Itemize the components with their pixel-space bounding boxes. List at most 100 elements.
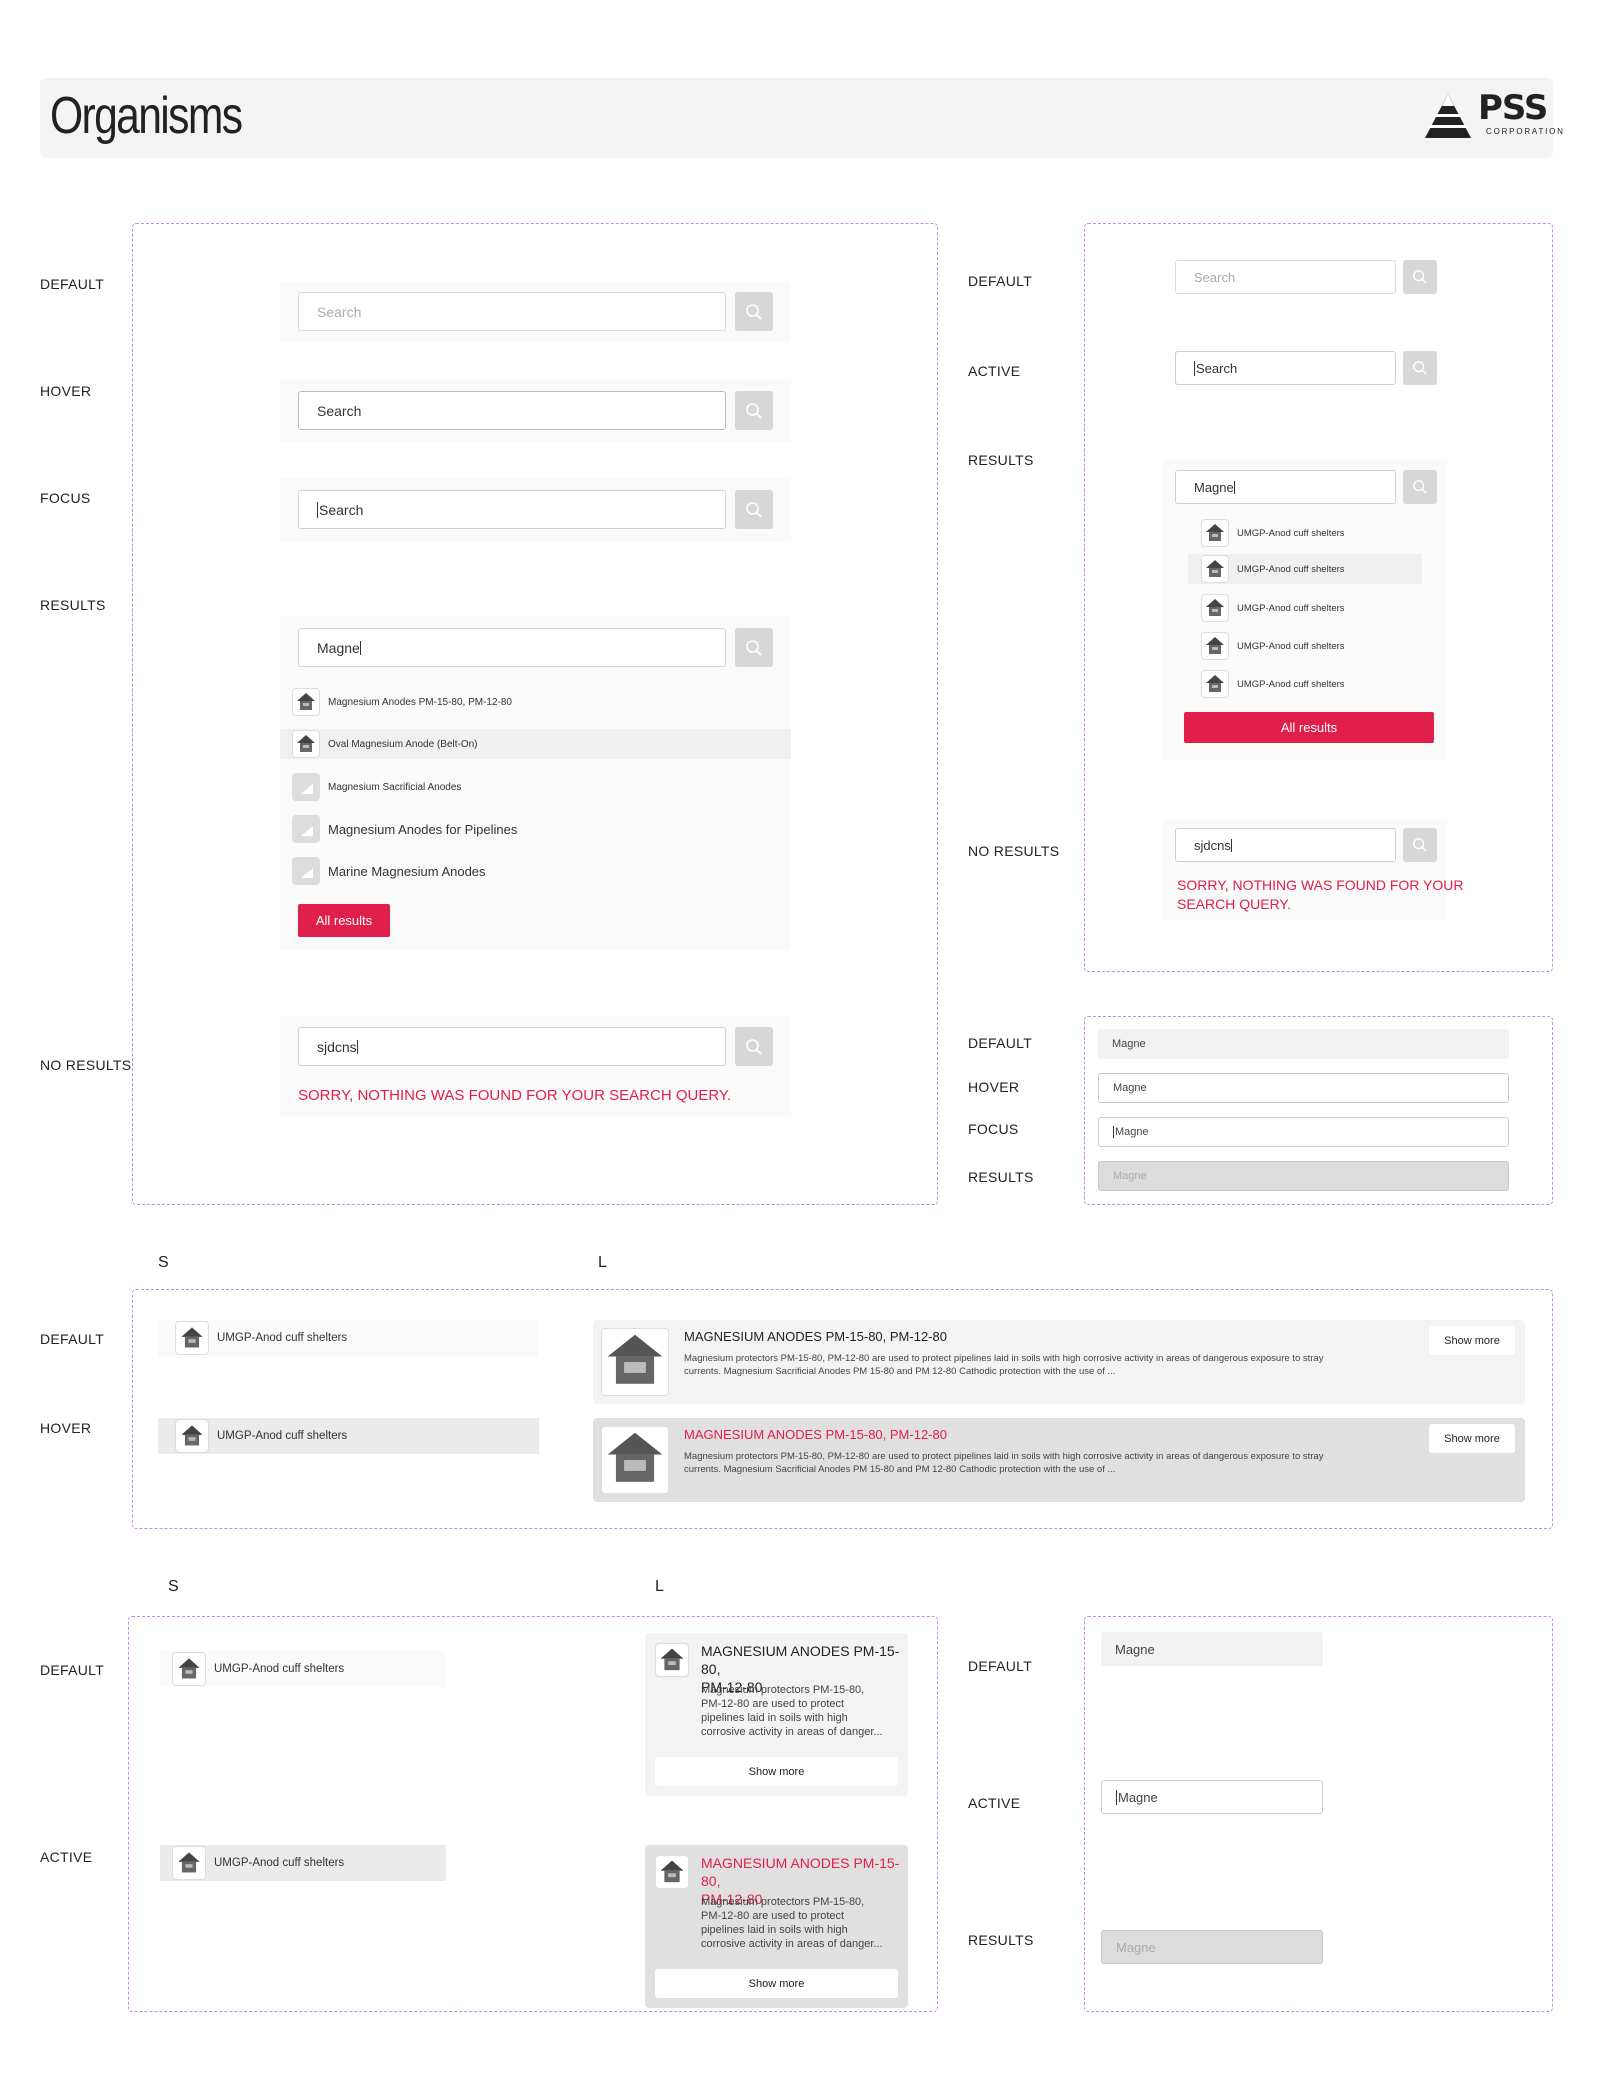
search-result-item[interactable]: UMGP-Anod cuff shelters	[1201, 593, 1345, 623]
state-label-hover: HOVER	[40, 383, 92, 399]
input-default[interactable]: Magne	[1098, 1029, 1509, 1059]
card-title-line: MAGNESIUM ANODES PM-15-80,	[701, 1855, 900, 1889]
search-result-item[interactable]: Marine Magnesium Anodes	[292, 856, 772, 886]
page-header	[40, 78, 1553, 158]
state-label-results: RESULTS	[968, 1932, 1034, 1948]
card-description-line: currents. Magnesium Sacrificial Anodes P…	[684, 1464, 1116, 1475]
search-result-item-hover[interactable]: UMGP-Anod cuff shelters	[1188, 554, 1422, 584]
product-thumbnail-icon	[175, 1321, 209, 1355]
search-input-hover[interactable]: Search	[298, 391, 726, 430]
search-button[interactable]	[1403, 828, 1437, 862]
no-results-line: SEARCH QUERY.	[1177, 896, 1291, 912]
show-more-button[interactable]: Show more	[655, 1757, 898, 1786]
card-label: UMGP-Anod cuff shelters	[214, 1857, 345, 1869]
input-active[interactable]: Magne	[1101, 1780, 1323, 1814]
show-more-button[interactable]: Show more	[1429, 1424, 1515, 1453]
state-label-results: RESULTS	[40, 597, 106, 613]
search-input-active[interactable]: Search	[1175, 351, 1396, 385]
state-label-default: DEFAULT	[40, 1662, 105, 1678]
card-label: UMGP-Anod cuff shelters	[214, 1663, 345, 1675]
state-label-active: ACTIVE	[968, 363, 1021, 379]
state-label-default: DEFAULT	[40, 1331, 105, 1347]
state-label-focus: FOCUS	[968, 1121, 1019, 1137]
search-result-item[interactable]: Magnesium Sacrificial Anodes	[292, 772, 772, 802]
product-thumbnail-icon	[1201, 594, 1229, 622]
card-description-line: corrosive activity in areas of danger...	[701, 1938, 883, 1950]
state-label-results: RESULTS	[968, 452, 1034, 468]
state-label-active: ACTIVE	[968, 1795, 1021, 1811]
search-button[interactable]	[1403, 260, 1437, 294]
card-title: MAGNESIUM ANODES PM-15-80, PM-12-80	[684, 1427, 947, 1442]
search-input[interactable]: Search	[298, 292, 726, 331]
all-results-button[interactable]: All results	[1184, 712, 1434, 743]
search-input-no-results[interactable]: sjdcns	[1175, 828, 1396, 862]
search-button[interactable]	[735, 490, 773, 529]
input-default[interactable]: Magne	[1101, 1632, 1323, 1666]
state-label-no-results: NO RESULTS	[40, 1057, 132, 1073]
no-results-line: SORRY, NOTHING WAS FOUND FOR YOUR	[1177, 877, 1464, 893]
card-title-line: MAGNESIUM ANODES PM-15-80,	[701, 1643, 900, 1677]
card-s-default[interactable]: UMGP-Anod cuff shelters	[160, 1651, 445, 1687]
card-s-hover[interactable]: UMGP-Anod cuff shelters	[158, 1418, 539, 1454]
card-description-line: Magnesium protectors PM-15-80, PM-12-80 …	[684, 1353, 1324, 1364]
result-label: Oval Magnesium Anode (Belt-On)	[328, 738, 478, 750]
search-input[interactable]: Search	[1175, 260, 1396, 294]
card-description-line: Magnesium protectors PM-15-80, PM-12-80 …	[684, 1451, 1324, 1462]
all-results-button[interactable]: All results	[298, 904, 390, 937]
card-s-active[interactable]: UMGP-Anod cuff shelters	[160, 1845, 446, 1881]
search-icon	[1413, 270, 1427, 284]
card-s-default[interactable]: UMGP-Anod cuff shelters	[158, 1320, 538, 1356]
search-result-item[interactable]: UMGP-Anod cuff shelters	[1201, 518, 1345, 548]
state-label-active: ACTIVE	[40, 1849, 93, 1865]
search-result-item[interactable]: Magnesium Anodes for Pipelines	[292, 814, 772, 844]
search-result-item[interactable]: Magnesium Anodes PM-15-80, PM-12-80	[292, 687, 772, 717]
search-input-results[interactable]: Magne	[298, 628, 726, 667]
show-more-button[interactable]: Show more	[655, 1969, 898, 1998]
show-more-button[interactable]: Show more	[1429, 1326, 1515, 1355]
search-button[interactable]	[735, 1027, 773, 1066]
card-l-default[interactable]: MAGNESIUM ANODES PM-15-80, PM-12-80 Magn…	[645, 1633, 908, 1796]
search-result-item[interactable]: UMGP-Anod cuff shelters	[1201, 631, 1345, 661]
card-description-line: PM-12-80 are used to protect	[701, 1698, 845, 1710]
search-button[interactable]	[1403, 470, 1437, 504]
size-label-l: L	[598, 1254, 607, 1271]
search-input-no-results[interactable]: sjdcns	[298, 1027, 726, 1066]
state-label-focus: FOCUS	[40, 490, 91, 506]
product-thumbnail-icon	[175, 1419, 209, 1453]
input-hover[interactable]: Magne	[1098, 1073, 1509, 1103]
search-icon	[746, 1038, 762, 1055]
input-results[interactable]: Magne	[1101, 1930, 1323, 1964]
result-label: Magnesium Sacrificial Anodes	[328, 781, 462, 793]
card-l-hover[interactable]: MAGNESIUM ANODES PM-15-80, PM-12-80 Magn…	[593, 1418, 1525, 1502]
card-description-line: PM-12-80 are used to protect	[701, 1910, 845, 1922]
card-l-default[interactable]: MAGNESIUM ANODES PM-15-80, PM-12-80 Magn…	[593, 1320, 1525, 1404]
search-result-item-hover[interactable]: Oval Magnesium Anode (Belt-On)	[280, 729, 791, 759]
input-focus[interactable]: Magne	[1098, 1117, 1509, 1147]
card-description-line: pipelines laid in soils with high	[701, 1712, 848, 1724]
input-value: Magne	[1113, 1126, 1149, 1138]
card-description-line: corrosive activity in areas of danger...	[701, 1726, 883, 1738]
card-description: Magnesium protectors PM-15-80, PM-12-80 …	[701, 1683, 883, 1739]
search-button[interactable]	[735, 292, 773, 331]
size-label-s: S	[158, 1254, 169, 1271]
search-input-results[interactable]: Magne	[1175, 470, 1396, 504]
product-image	[601, 1328, 669, 1396]
search-button[interactable]	[735, 628, 773, 667]
state-label-hover: HOVER	[968, 1079, 1020, 1095]
result-label: Marine Magnesium Anodes	[328, 863, 486, 879]
search-input-value: Search	[317, 501, 364, 518]
search-input-focus[interactable]: Search	[298, 490, 726, 529]
input-results[interactable]: Magne	[1098, 1161, 1509, 1191]
search-button[interactable]	[1403, 351, 1437, 385]
result-label: Magnesium Anodes PM-15-80, PM-12-80	[328, 696, 512, 708]
state-label-default: DEFAULT	[40, 276, 105, 292]
state-label-no-results: NO RESULTS	[968, 843, 1060, 859]
product-thumbnail-icon	[292, 730, 320, 758]
search-input-value: Magne	[1194, 479, 1234, 495]
placeholder-image-icon	[292, 857, 320, 885]
product-thumbnail-icon	[655, 1855, 689, 1889]
search-result-item[interactable]: UMGP-Anod cuff shelters	[1201, 669, 1345, 699]
search-button[interactable]	[735, 391, 773, 430]
search-input-value: sjdcns	[1194, 837, 1231, 853]
card-l-active[interactable]: MAGNESIUM ANODES PM-15-80, PM-12-80 Magn…	[645, 1845, 908, 2008]
